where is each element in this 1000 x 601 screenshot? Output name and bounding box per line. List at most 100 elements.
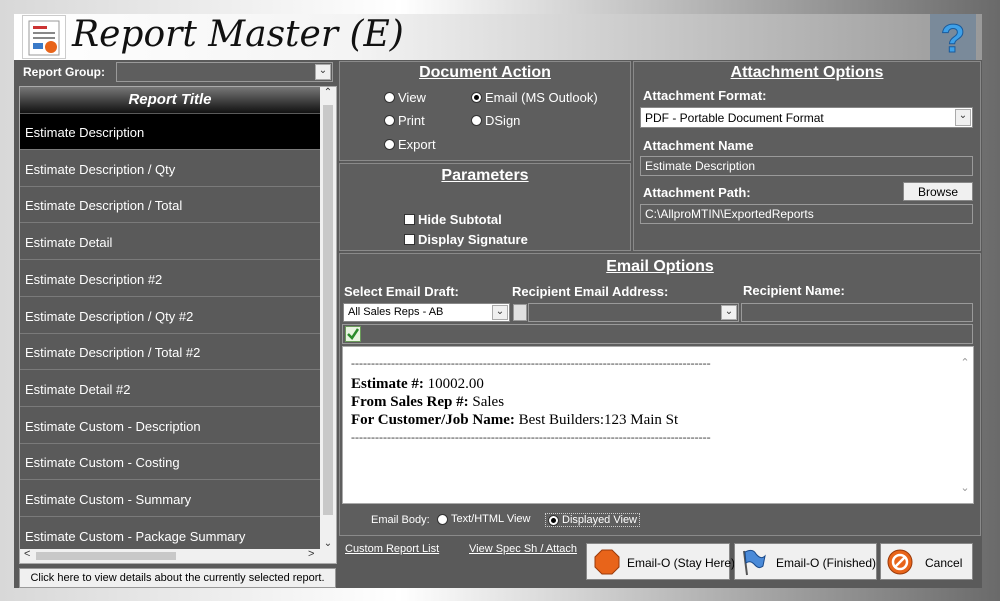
email-stay-button[interactable]: Email-O (Stay Here)	[586, 543, 735, 580]
attachment-format-label: Attachment Format:	[643, 88, 767, 103]
customer-value: Best Builders:123 Main St	[518, 412, 679, 428]
attachment-path-label: Attachment Path:	[643, 185, 751, 200]
browse-button[interactable]: Browse	[903, 182, 973, 201]
report-list-item[interactable]: Estimate Custom - Summary	[20, 481, 320, 517]
document-action-heading: Document Action	[419, 64, 551, 81]
scroll-down-icon[interactable]: ⌄	[957, 481, 973, 494]
scroll-left-icon[interactable]: <	[24, 548, 30, 560]
customer-line: For Customer/Job Name: Best Builders:123…	[351, 412, 678, 429]
customer-label: For Customer/Job Name:	[351, 412, 515, 428]
svg-text:?: ?	[941, 17, 965, 60]
report-list-item[interactable]: Estimate Detail #2	[20, 370, 320, 407]
h-scroll-thumb[interactable]	[36, 552, 176, 560]
help-icon[interactable]: ?	[930, 14, 976, 62]
attachment-path-field[interactable]: C:\AllproMTIN\ExportedReports	[640, 204, 973, 224]
stop-sign-icon	[593, 548, 621, 579]
attachment-heading: Attachment Options	[730, 64, 884, 81]
hide-subtotal-checkbox[interactable]: Hide Subtotal	[404, 211, 502, 227]
print-radio-dot[interactable]	[384, 115, 395, 127]
custom-report-list-link[interactable]: Custom Report List	[345, 543, 439, 555]
recipient-name-label: Recipient Name:	[743, 283, 845, 298]
view-radio[interactable]: View	[384, 89, 426, 105]
app-title: Report Master (E)	[72, 14, 404, 55]
email-body-rule-bottom: ----------------------------------------…	[351, 430, 711, 444]
hide-subtotal-box[interactable]	[404, 214, 415, 226]
cancel-button[interactable]: Cancel	[880, 543, 973, 580]
email-draft-label: Select Email Draft:	[344, 284, 459, 299]
export-radio-dot[interactable]	[384, 139, 395, 151]
email-radio[interactable]: Email (MS Outlook)	[471, 89, 598, 105]
print-radio-label: Print	[398, 113, 425, 129]
html-view-radio-dot[interactable]	[437, 513, 448, 525]
recipient-name-field[interactable]	[741, 303, 973, 322]
email-options-heading: Email Options	[606, 258, 714, 275]
view-spec-link[interactable]: View Spec Sh / Attach	[469, 543, 577, 555]
hide-subtotal-label: Hide Subtotal	[418, 212, 502, 228]
email-radio-label: Email (MS Outlook)	[485, 90, 598, 106]
report-list-item[interactable]: Estimate Description / Qty #2	[20, 297, 320, 334]
email-body-mode-label: Email Body:	[371, 514, 430, 526]
email-body-scrollbar[interactable]: ⌃ ⌄	[957, 356, 973, 494]
display-signature-checkbox[interactable]: Display Signature	[404, 231, 528, 247]
recipient-email-select[interactable]: ⌄	[528, 303, 739, 322]
display-signature-label: Display Signature	[418, 232, 528, 248]
report-list-item[interactable]: Estimate Description #2	[20, 260, 320, 297]
report-group-select[interactable]: ⌄	[116, 62, 333, 82]
display-signature-box[interactable]	[404, 234, 415, 246]
displayed-view-radio[interactable]: Displayed View	[545, 513, 641, 528]
email-finished-label: Email-O (Finished)	[776, 556, 877, 570]
dsign-radio[interactable]: DSign	[471, 112, 520, 128]
list-vertical-scrollbar[interactable]: ⌃ ⌄	[320, 87, 336, 549]
email-stay-label: Email-O (Stay Here)	[627, 556, 736, 570]
displayed-view-radio-dot[interactable]	[548, 514, 559, 526]
attachment-format-value: PDF - Portable Document Format	[645, 111, 824, 125]
salesrep-value: Sales	[472, 394, 505, 410]
html-view-radio[interactable]: Text/HTML View	[437, 513, 530, 525]
email-body-rule-top: ----------------------------------------…	[351, 356, 711, 370]
recipient-color-swatch[interactable]	[513, 304, 527, 321]
report-list-item[interactable]: Estimate Description	[20, 114, 320, 150]
report-list-items: Estimate Description Estimate Description…	[20, 114, 320, 550]
cancel-icon	[886, 548, 914, 579]
dsign-radio-dot[interactable]	[471, 115, 482, 127]
report-list-item[interactable]: Estimate Custom - Package Summary	[20, 517, 320, 550]
estimate-line: Estimate #: 10002.00	[351, 376, 484, 393]
print-radio[interactable]: Print	[384, 112, 425, 128]
report-list-item[interactable]: Estimate Detail	[20, 224, 320, 261]
report-group-label: Report Group:	[23, 65, 105, 79]
view-radio-dot[interactable]	[384, 92, 395, 104]
list-horizontal-scrollbar[interactable]: < >	[20, 548, 336, 563]
chevron-down-icon[interactable]: ⌄	[955, 109, 971, 126]
chevron-down-icon[interactable]: ⌄	[721, 305, 737, 320]
scroll-thumb[interactable]	[323, 105, 333, 515]
chevron-down-icon[interactable]: ⌄	[315, 64, 331, 80]
report-list-item[interactable]: Estimate Description / Total #2	[20, 334, 320, 371]
scroll-up-icon[interactable]: ⌃	[957, 356, 973, 369]
scroll-down-icon[interactable]: ⌄	[320, 538, 336, 549]
cancel-label: Cancel	[925, 556, 963, 570]
attachment-name-field[interactable]: Estimate Description	[640, 156, 973, 176]
export-radio[interactable]: Export	[384, 136, 436, 152]
scroll-right-icon[interactable]: >	[308, 548, 314, 560]
scroll-up-icon[interactable]: ⌃	[320, 87, 336, 98]
report-list-item[interactable]: Estimate Custom - Costing	[20, 444, 320, 481]
report-details-bar[interactable]: Click here to view details about the cur…	[19, 568, 336, 588]
spellcheck-icon[interactable]	[345, 326, 361, 342]
view-radio-label: View	[398, 90, 426, 106]
estimate-label: Estimate #:	[351, 376, 424, 392]
recipient-email-label: Recipient Email Address:	[512, 284, 669, 299]
dsign-radio-label: DSign	[485, 113, 521, 129]
checkered-flag-icon	[739, 548, 767, 579]
email-draft-select[interactable]: All Sales Reps - AB ⌄	[343, 303, 510, 322]
email-finished-button[interactable]: Email-O (Finished)	[734, 543, 877, 580]
report-list-item[interactable]: Estimate Custom - Description	[20, 407, 320, 444]
email-radio-dot[interactable]	[471, 92, 482, 104]
report-list-item[interactable]: Estimate Description / Total	[20, 187, 320, 224]
report-list-item[interactable]: Estimate Description / Qty	[20, 150, 320, 187]
attachment-format-select[interactable]: PDF - Portable Document Format ⌄	[640, 107, 973, 128]
salesrep-label: From Sales Rep #:	[351, 394, 469, 410]
estimate-value: 10002.00	[427, 376, 484, 392]
chevron-down-icon[interactable]: ⌄	[492, 305, 508, 320]
app-logo-icon	[22, 15, 66, 59]
displayed-view-label: Displayed View	[562, 514, 638, 527]
